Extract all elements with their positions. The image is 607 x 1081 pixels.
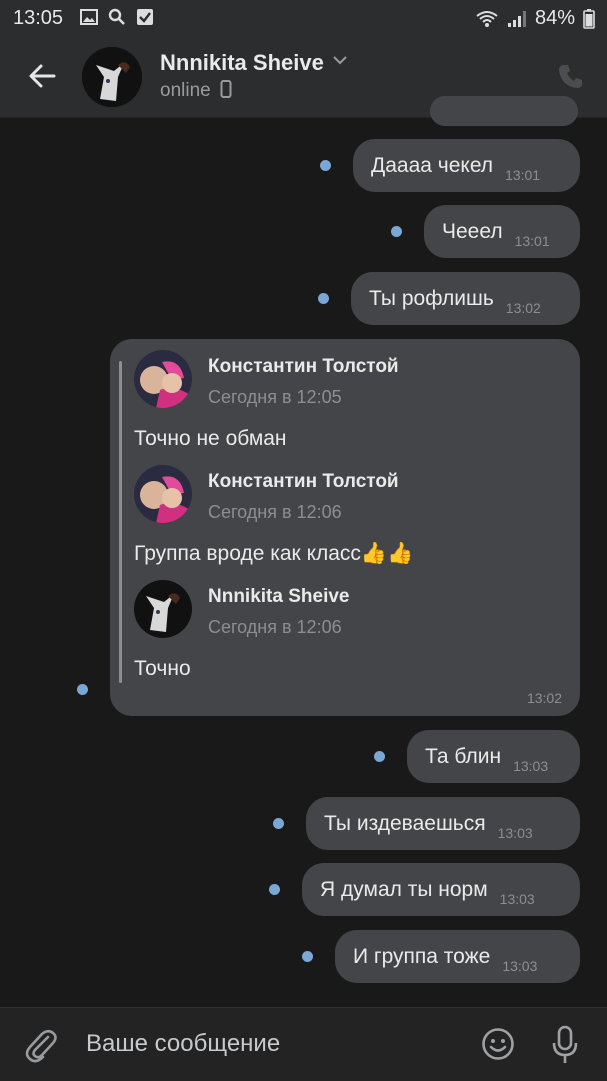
contact-name[interactable]: Nnnikita Sheive (160, 50, 324, 76)
message-bubble[interactable]: И группа тоже 13:03 (335, 930, 580, 983)
message-bubble-cutoff (430, 96, 578, 126)
wifi-icon (476, 10, 498, 27)
message-bubble[interactable]: Та блин 13:03 (407, 730, 580, 783)
forward-text: Точно не обман (134, 427, 287, 450)
attach-paperclip-icon[interactable] (24, 1027, 58, 1063)
unread-dot (318, 293, 329, 304)
forward-author-name[interactable]: Константин Толстой (208, 356, 399, 378)
chevron-down-icon[interactable] (332, 54, 348, 66)
message-bubble[interactable]: Ты рофлишь 13:02 (351, 272, 580, 325)
battery-percent: 84% (534, 7, 575, 29)
signal-icon (507, 10, 526, 27)
message-text: Ты издеваешься (324, 811, 486, 835)
status-text: online (160, 80, 211, 101)
message-text: Та блин (425, 744, 502, 768)
contact-status: online (160, 80, 232, 102)
message-text: Ты рофлишь (369, 286, 494, 310)
contact-avatar[interactable] (82, 47, 142, 107)
forward-author-avatar[interactable] (134, 465, 192, 523)
forwarded-messages-bubble[interactable]: Константин Толстой Сегодня в 12:05 Точно… (110, 339, 580, 716)
forward-quote-line (119, 361, 122, 683)
message-time: 13:03 (499, 890, 535, 907)
forward-date: Сегодня в 12:06 (208, 617, 342, 637)
message-time: 13:03 (502, 957, 538, 974)
message-input[interactable]: Ваше сообщение (86, 1030, 280, 1058)
message-text: Я думал ты норм (320, 877, 488, 901)
gallery-icon (80, 9, 98, 25)
status-bar: 13:05 84% (0, 0, 607, 36)
message-text: Даааа чекел (371, 153, 494, 177)
back-arrow-icon[interactable] (24, 58, 60, 94)
forward-date: Сегодня в 12:06 (208, 502, 342, 522)
unread-dot (302, 951, 313, 962)
unread-dot (391, 226, 402, 237)
unread-dot (269, 884, 280, 895)
message-composer: Ваше сообщение (0, 1007, 607, 1081)
forward-text: Точно (134, 657, 191, 680)
message-time: 13:03 (513, 757, 549, 774)
mobile-device-icon (220, 80, 232, 98)
unread-dot (374, 751, 385, 762)
emoji-smile-icon[interactable] (481, 1027, 515, 1061)
message-bubble[interactable]: Ты издеваешься 13:03 (306, 797, 580, 850)
message-text: И группа тоже (353, 944, 491, 968)
message-bubble[interactable]: Даааа чекел 13:01 (353, 139, 580, 192)
message-bubble[interactable]: Чееел 13:01 (424, 205, 580, 258)
message-time: 13:03 (497, 824, 533, 841)
phone-call-icon[interactable] (557, 62, 585, 90)
checkbox-status-icon (137, 9, 153, 25)
message-time: 13:01 (514, 232, 550, 249)
status-time: 13:05 (13, 7, 64, 29)
unread-dot (273, 818, 284, 829)
battery-icon (583, 8, 595, 29)
forward-author-avatar[interactable] (134, 580, 192, 638)
message-bubble[interactable]: Я думал ты норм 13:03 (302, 863, 580, 916)
unread-dot (320, 160, 331, 171)
forward-author-avatar[interactable] (134, 350, 192, 408)
message-time: 13:02 (526, 690, 562, 706)
forward-author-name[interactable]: Nnnikita Sheive (208, 586, 350, 608)
search-status-icon (108, 8, 125, 25)
forward-text: Группа вроде как класс👍👍 (134, 542, 414, 565)
forward-author-name[interactable]: Константин Толстой (208, 471, 399, 493)
microphone-icon[interactable] (551, 1025, 579, 1065)
forward-date: Сегодня в 12:05 (208, 387, 342, 407)
unread-dot (77, 684, 88, 695)
message-time: 13:01 (505, 166, 541, 183)
message-text: Чееел (442, 219, 503, 243)
message-time: 13:02 (505, 299, 541, 316)
